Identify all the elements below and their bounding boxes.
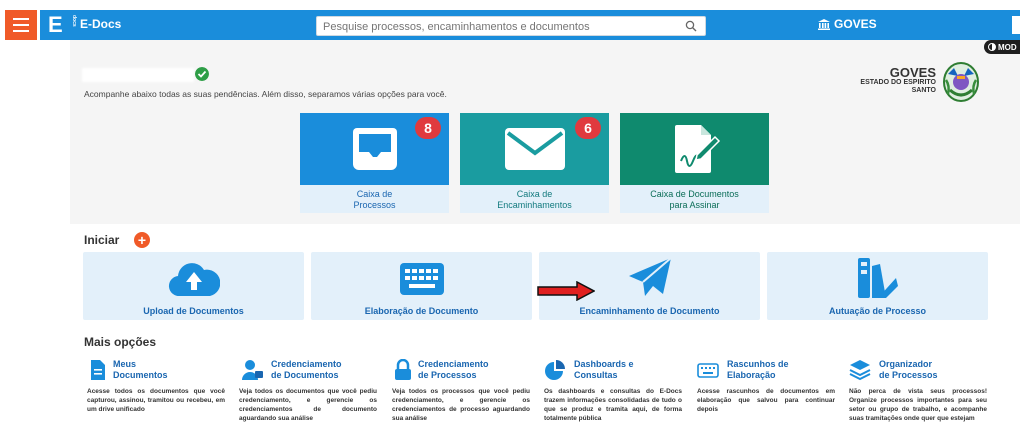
- menu-line: [13, 30, 29, 32]
- option-description: Acesse todos os documentos que você capt…: [87, 388, 225, 413]
- sign-document-icon: [674, 125, 720, 173]
- option-description: Veja todos os documentos que você pediu …: [239, 388, 377, 422]
- option-title-line: Organizador: [879, 359, 933, 369]
- option-title-line: de Documentos: [271, 370, 339, 380]
- card-caixa-processos[interactable]: 8 Caixa de Processos: [300, 113, 449, 213]
- option-title[interactable]: Rascunhos de Elaboração: [727, 359, 789, 381]
- card-top: [620, 113, 769, 185]
- org-label: GOVES: [834, 17, 877, 31]
- mais-opcoes-title: Mais opções: [84, 335, 157, 349]
- bank-icon: [818, 18, 830, 30]
- option-description: Não perca de vista seus processos! Organ…: [849, 388, 987, 422]
- card-top: 6: [460, 113, 609, 185]
- tile-upload-documentos[interactable]: Upload de Documentos: [83, 252, 304, 320]
- contrast-icon: [988, 43, 996, 51]
- tile-elaboracao-documento[interactable]: Elaboração de Documento: [311, 252, 532, 320]
- keyboard-icon: [697, 363, 719, 378]
- document-icon: [91, 360, 105, 380]
- gov-title: GOVES: [889, 65, 936, 80]
- menu-line: [13, 24, 29, 26]
- menu-button[interactable]: [5, 10, 37, 40]
- search-box[interactable]: [316, 16, 706, 36]
- edocs-logo[interactable]: E docs: [48, 12, 77, 37]
- gov-brand: GOVES ESTADO DO ESPIRITO SANTO: [848, 66, 936, 95]
- paper-plane-icon: [628, 257, 672, 296]
- pending-count-badge: 6: [575, 117, 601, 139]
- inbox-tray-icon: [352, 128, 397, 170]
- user-name-redacted: [82, 68, 194, 82]
- keyboard-icon: [399, 263, 444, 295]
- folders-icon: [857, 258, 898, 298]
- tile-label: Upload de Documentos: [143, 306, 244, 316]
- gov-subtitle: ESTADO DO ESPIRITO: [860, 79, 936, 86]
- tile-label: Encaminhamento de Documento: [579, 306, 720, 316]
- card-label-line: para Assinar: [669, 200, 720, 210]
- iniciar-title: Iniciar: [84, 233, 120, 247]
- option-title-line: Credenciamento: [418, 359, 489, 369]
- card-label-line: Caixa de: [516, 189, 553, 199]
- header-right-button[interactable]: [1012, 16, 1020, 34]
- option-title-line: Documentos: [113, 370, 168, 380]
- option-title[interactable]: Credenciamento de Processos: [418, 359, 489, 381]
- app-name[interactable]: E-Docs: [80, 17, 121, 31]
- card-label: Caixa de Documentos para Assinar: [620, 185, 769, 213]
- card-label-line: Processos: [353, 200, 396, 210]
- menu-line: [13, 18, 29, 20]
- option-title[interactable]: Dashboards e Consultas: [574, 359, 634, 381]
- state-crest-icon: [943, 62, 979, 102]
- card-label: Caixa de Encaminhamentos: [460, 185, 609, 213]
- lock-icon: [395, 359, 411, 380]
- option-title-line: Dashboards e: [574, 359, 634, 369]
- greeting-text: Acompanhe abaixo todas as suas pendência…: [84, 89, 447, 99]
- user-lock-icon: [242, 360, 263, 380]
- option-description: Os dashboards e consultas do E-Docs traz…: [544, 388, 682, 422]
- card-label-line: Encaminhamentos: [497, 200, 572, 210]
- option-description: Veja todos os processos que você pediu c…: [392, 388, 530, 422]
- option-title-line: Meus: [113, 359, 137, 369]
- envelope-icon: [504, 128, 565, 170]
- add-button[interactable]: +: [134, 232, 150, 248]
- cloud-upload-icon: [168, 263, 220, 297]
- tile-autuacao-processo[interactable]: Autuação de Processo: [767, 252, 988, 320]
- option-title-line: Elaboração: [727, 370, 776, 380]
- mode-toggle[interactable]: MOD: [984, 40, 1020, 54]
- search-input[interactable]: [323, 19, 673, 34]
- gov-subtitle: SANTO: [911, 87, 936, 94]
- card-label-line: Caixa de Documentos: [650, 189, 739, 199]
- tile-label: Autuação de Processo: [828, 306, 927, 316]
- card-label-line: Caixa de: [356, 189, 393, 199]
- mode-label: MOD: [998, 42, 1017, 52]
- verified-check-icon: [195, 67, 209, 81]
- red-arrow-annotation: [537, 281, 595, 301]
- option-description: Acesse rascunhos de documentos em elabor…: [697, 388, 835, 413]
- tile-label: Elaboração de Documento: [364, 306, 479, 316]
- card-label: Caixa de Processos: [300, 185, 449, 213]
- option-title[interactable]: Organizador de Processos: [879, 359, 938, 381]
- option-title-line: Credenciamento: [271, 359, 342, 369]
- pending-count-badge: 8: [415, 117, 441, 139]
- logo-letter: E: [48, 12, 63, 37]
- pie-chart-icon: [545, 360, 565, 380]
- option-title[interactable]: Meus Documentos: [113, 359, 168, 381]
- card-top: 8: [300, 113, 449, 185]
- option-title-line: de Processos: [879, 370, 938, 380]
- card-caixa-encaminhamentos[interactable]: 6 Caixa de Encaminhamentos: [460, 113, 609, 213]
- card-documentos-assinar[interactable]: Caixa de Documentos para Assinar: [620, 113, 769, 213]
- search-icon[interactable]: [685, 20, 697, 32]
- layers-icon: [849, 360, 871, 381]
- option-title[interactable]: Credenciamento de Documentos: [271, 359, 342, 381]
- option-title-line: Rascunhos de: [727, 359, 789, 369]
- option-title-line: Consultas: [574, 370, 618, 380]
- option-title-line: de Processos: [418, 370, 477, 380]
- org-selector[interactable]: GOVES: [818, 17, 877, 31]
